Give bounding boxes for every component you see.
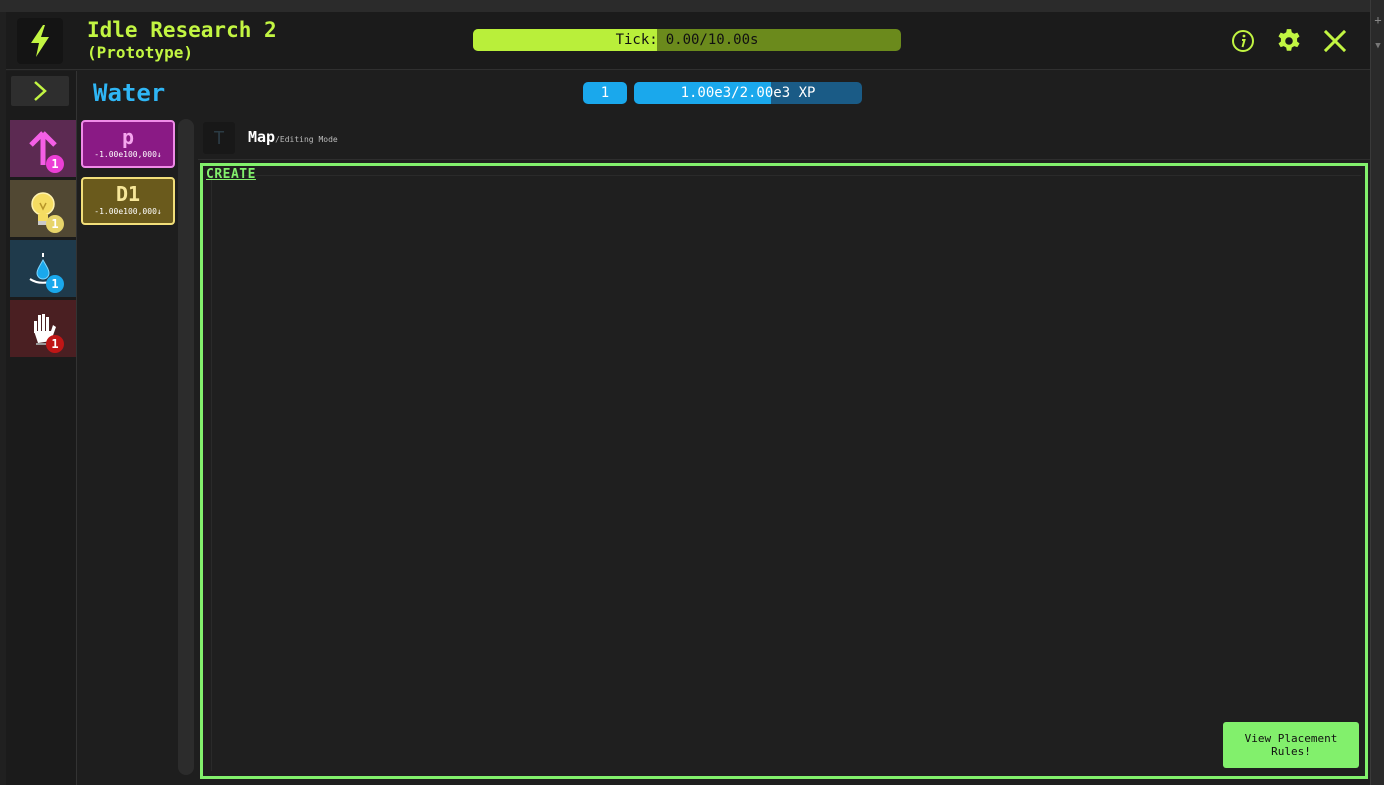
app-subtitle: (Prototype) bbox=[87, 43, 193, 62]
game-window: Idle Research 2 (Prototype) Tick: 0.00/1… bbox=[6, 12, 1370, 785]
resource-name: D1 bbox=[115, 182, 141, 206]
gear-icon bbox=[1278, 29, 1300, 51]
chevron-right-icon bbox=[34, 81, 47, 101]
info-button[interactable] bbox=[1230, 28, 1256, 54]
arrow-down-icon: ↓ bbox=[156, 150, 162, 159]
resource-name: p bbox=[121, 125, 135, 149]
arrow-down-icon: ↓ bbox=[156, 207, 162, 216]
tab-button[interactable]: T bbox=[203, 122, 235, 154]
close-button[interactable] bbox=[1322, 28, 1348, 54]
map-panel: T Map/Editing Mode CREATE View Placement… bbox=[198, 118, 1370, 784]
editing-mode-label: /Editing Mode bbox=[275, 135, 338, 144]
map-title-text: Map bbox=[248, 128, 276, 146]
view-placement-rules-button[interactable]: View Placement Rules! bbox=[1223, 722, 1359, 768]
top-strip bbox=[0, 0, 1370, 12]
close-icon bbox=[1323, 29, 1347, 53]
settings-button[interactable] bbox=[1276, 28, 1302, 54]
resource-p[interactable]: p -1.00e100,000↓ bbox=[81, 120, 175, 168]
resource-d1[interactable]: D1 -1.00e100,000↓ bbox=[81, 177, 175, 225]
grid-line bbox=[211, 175, 1361, 176]
tick-value: 0.00/10.00s bbox=[665, 32, 759, 48]
right-scroll-edge[interactable]: + ▼ bbox=[1370, 0, 1384, 785]
section-title: Water bbox=[93, 79, 166, 107]
tick-label: Tick: bbox=[615, 32, 658, 48]
category-water[interactable]: 1 bbox=[10, 240, 76, 297]
resource-scrollbar[interactable] bbox=[178, 119, 194, 775]
category-badge: 1 bbox=[46, 215, 64, 233]
category-hand[interactable]: 1 bbox=[10, 300, 76, 357]
app-title: Idle Research 2 bbox=[87, 18, 277, 42]
grid-line bbox=[211, 175, 212, 771]
resource-amount: -1.00e100,000 bbox=[94, 150, 157, 159]
triangle-down-icon[interactable]: ▼ bbox=[1372, 40, 1384, 52]
create-link[interactable]: CREATE bbox=[206, 166, 256, 184]
resource-amount: -1.00e100,000 bbox=[94, 207, 157, 216]
map-editor[interactable]: CREATE View Placement Rules! bbox=[200, 163, 1368, 779]
category-upgrades[interactable]: 1 bbox=[10, 120, 76, 177]
divider bbox=[198, 159, 1370, 160]
xp-progress-bar: 1.00e3/2.00e3 XP bbox=[634, 82, 862, 104]
app-logo bbox=[17, 18, 63, 64]
water-section: Water 1 1.00e3/2.00e3 XP p -1.00e100,000… bbox=[78, 71, 1370, 785]
header: Idle Research 2 (Prototype) Tick: 0.00/1… bbox=[6, 12, 1370, 70]
category-research[interactable]: 1 bbox=[10, 180, 76, 237]
info-icon bbox=[1232, 30, 1254, 52]
level-badge: 1 bbox=[583, 82, 627, 104]
expand-sidebar-button[interactable] bbox=[11, 76, 69, 106]
category-badge: 1 bbox=[46, 335, 64, 353]
category-badge: 1 bbox=[46, 275, 64, 293]
category-badge: 1 bbox=[46, 155, 64, 173]
map-title: Map/Editing Mode bbox=[248, 128, 338, 146]
lightning-icon bbox=[31, 25, 49, 57]
xp-text: 1.00e3/2.00e3 XP bbox=[680, 85, 816, 101]
tick-progress-bar: Tick: 0.00/10.00s bbox=[473, 29, 901, 51]
category-sidebar: 1 1 1 1 bbox=[6, 71, 77, 785]
plus-icon[interactable]: + bbox=[1372, 14, 1384, 26]
